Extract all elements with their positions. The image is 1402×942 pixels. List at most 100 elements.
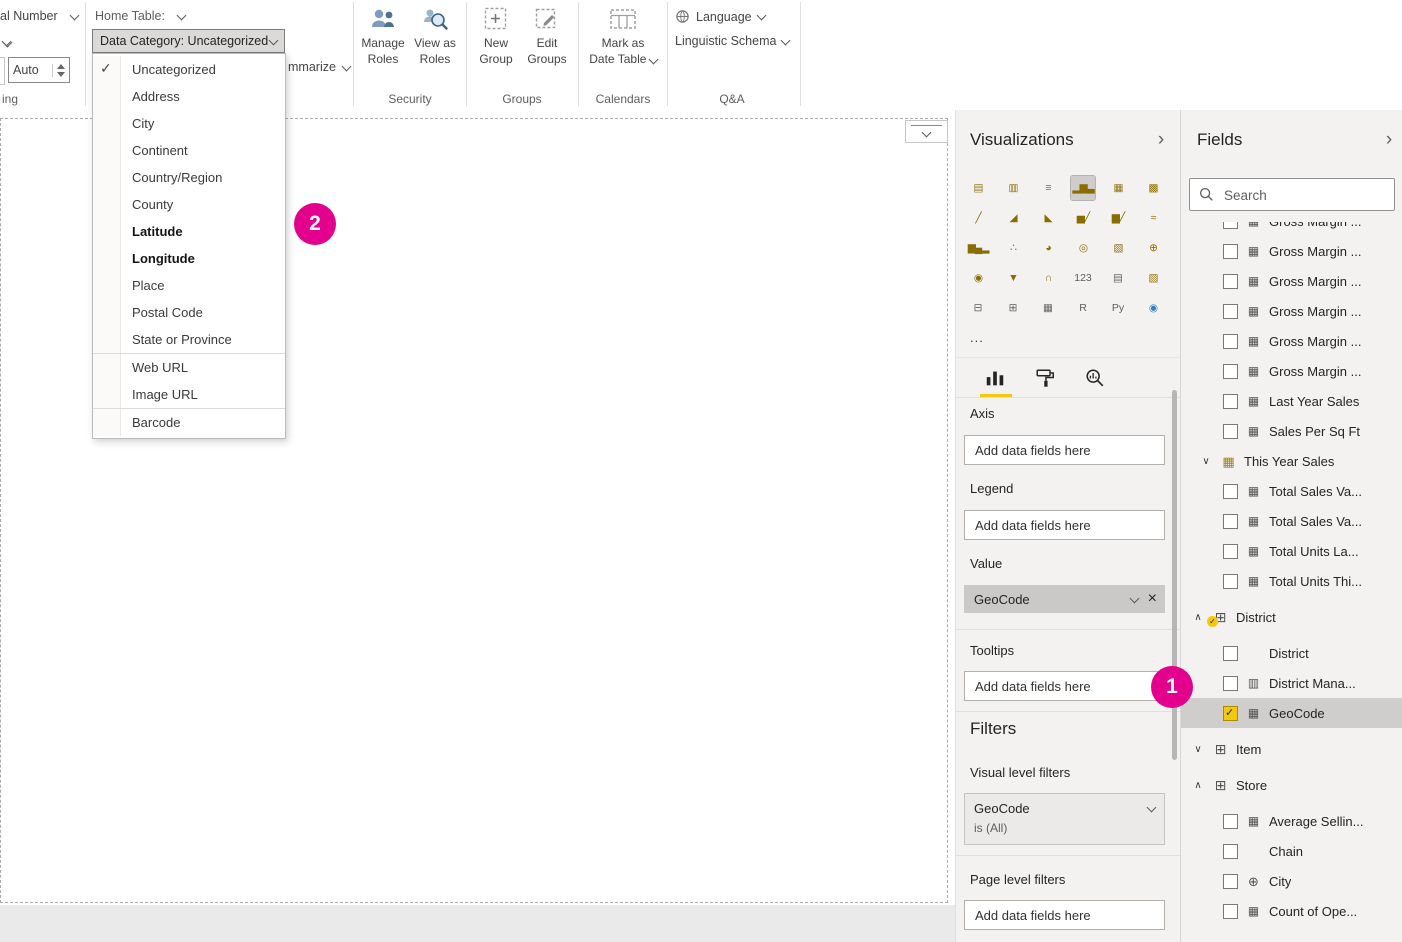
slicer-icon[interactable]: ⊟ <box>966 296 990 320</box>
axis-field-well[interactable]: Add data fields here <box>964 435 1165 465</box>
field-checkbox[interactable] <box>1223 544 1238 559</box>
tooltips-field-well[interactable]: Add data fields here <box>964 671 1165 701</box>
collapse-fields-chevron-icon[interactable] <box>1381 130 1397 150</box>
field-checkbox[interactable] <box>1223 514 1238 529</box>
field-checkbox[interactable] <box>1223 574 1238 589</box>
funnel-chart-icon[interactable]: ▼ <box>1001 266 1025 290</box>
data-type-dropdown-partial[interactable]: al Number <box>0 9 78 23</box>
scatter-chart-icon[interactable]: ∴ <box>1001 236 1025 260</box>
filled-map-icon[interactable]: ◉ <box>966 266 990 290</box>
language-dropdown[interactable]: Language <box>675 9 765 24</box>
field-checkbox[interactable] <box>1223 904 1238 919</box>
field-row[interactable]: GeoCode <box>1181 698 1402 728</box>
field-checkbox[interactable] <box>1223 244 1238 259</box>
value-field-pill[interactable]: GeoCode <box>964 585 1165 613</box>
data-category-menu-item[interactable]: Uncategorized <box>93 56 285 83</box>
decimal-places-stepper[interactable]: Auto <box>8 57 70 83</box>
stepper-arrows-icon[interactable] <box>52 64 65 77</box>
expand-chevron-icon[interactable] <box>1191 612 1205 623</box>
data-category-menu-item[interactable]: County <box>93 191 285 218</box>
data-category-menu-item[interactable]: Postal Code <box>93 299 285 326</box>
default-summarize-partial[interactable]: mmarize <box>288 60 350 74</box>
field-options-chevron-icon[interactable] <box>1129 593 1139 603</box>
field-row[interactable]: Gross Margin ... <box>1181 266 1402 296</box>
field-checkbox[interactable] <box>1223 222 1238 229</box>
expand-chevron-icon[interactable] <box>1199 456 1213 467</box>
field-checkbox[interactable] <box>1223 814 1238 829</box>
stacked-bar-chart-icon[interactable]: ▤ <box>966 176 990 200</box>
100-stacked-column-chart-icon[interactable]: ▩ <box>1141 176 1165 200</box>
field-checkbox[interactable] <box>1223 334 1238 349</box>
field-checkbox[interactable] <box>1223 844 1238 859</box>
field-checkbox[interactable] <box>1223 364 1238 379</box>
field-checkbox[interactable] <box>1223 304 1238 319</box>
field-checkbox[interactable] <box>1223 874 1238 889</box>
ribbon-chart-icon[interactable]: ≈ <box>1141 206 1165 230</box>
view-as-roles-button[interactable]: View as Roles <box>409 6 461 67</box>
tab-analytics[interactable] <box>1082 365 1108 391</box>
clustered-column-chart-icon[interactable]: ▂▆▃ <box>1071 176 1095 200</box>
legend-field-well[interactable]: Add data fields here <box>964 510 1165 540</box>
area-chart-icon[interactable]: ◢ <box>1001 206 1025 230</box>
tab-fields[interactable] <box>982 365 1008 391</box>
field-row[interactable]: Store <box>1181 770 1402 800</box>
tab-format[interactable] <box>1032 365 1058 391</box>
field-row[interactable]: This Year Sales <box>1181 446 1402 476</box>
field-row[interactable]: Chain <box>1181 836 1402 866</box>
fields-search-input[interactable] <box>1222 180 1386 211</box>
field-row[interactable]: District <box>1181 638 1402 668</box>
field-row[interactable]: City <box>1181 866 1402 896</box>
gauge-icon[interactable]: ∩ <box>1036 266 1060 290</box>
field-row[interactable]: Total Sales Va... <box>1181 476 1402 506</box>
new-group-button[interactable]: New Group <box>471 6 521 67</box>
field-row[interactable]: Total Units Thi... <box>1181 566 1402 596</box>
map-icon[interactable]: ⊕ <box>1141 236 1165 260</box>
line-chart-icon[interactable]: ╱ <box>966 206 990 230</box>
field-row[interactable]: Sales Per Sq Ft <box>1181 416 1402 446</box>
field-row[interactable]: Gross Margin ... <box>1181 222 1402 236</box>
linguistic-schema-dropdown[interactable]: Linguistic Schema <box>675 34 789 48</box>
field-row[interactable]: Total Sales Va... <box>1181 506 1402 536</box>
field-row[interactable]: District Mana... <box>1181 668 1402 698</box>
table-icon[interactable]: ⊞ <box>1001 296 1025 320</box>
pie-chart-icon[interactable]: ◕ <box>1036 236 1060 260</box>
data-category-menu-item[interactable]: Address <box>93 83 285 110</box>
field-row[interactable]: Gross Margin ... <box>1181 356 1402 386</box>
collapse-visualizations-chevron-icon[interactable] <box>1153 130 1169 150</box>
data-category-menu-item[interactable]: State or Province <box>93 326 285 354</box>
r-script-icon[interactable]: R <box>1071 296 1095 320</box>
expand-chevron-icon[interactable] <box>1191 780 1205 791</box>
stacked-area-chart-icon[interactable]: ◣ <box>1036 206 1060 230</box>
arcgis-map-icon[interactable]: ◉ <box>1141 296 1165 320</box>
data-category-menu-item[interactable]: Continent <box>93 137 285 164</box>
field-row[interactable]: District <box>1181 602 1402 632</box>
remove-field-icon[interactable] <box>1148 591 1157 607</box>
data-category-menu-item[interactable]: Longitude <box>93 245 285 272</box>
data-category-menu-item[interactable]: Barcode <box>93 409 285 436</box>
data-category-menu-item[interactable]: City <box>93 110 285 137</box>
field-row[interactable]: Item <box>1181 734 1402 764</box>
waterfall-chart-icon[interactable]: ▆▄▂ <box>966 236 990 260</box>
field-checkbox[interactable] <box>1223 706 1238 721</box>
field-row[interactable]: Gross Margin ... <box>1181 326 1402 356</box>
field-row[interactable]: Total Units La... <box>1181 536 1402 566</box>
visual-filter-card[interactable]: GeoCode is (All) <box>964 793 1165 845</box>
100-stacked-bar-chart-icon[interactable]: ▦ <box>1106 176 1130 200</box>
field-row[interactable]: Count of Ope... <box>1181 896 1402 926</box>
data-category-dropdown[interactable]: Data Category: Uncategorized <box>92 29 285 53</box>
field-checkbox[interactable] <box>1223 646 1238 661</box>
page-level-filter-well[interactable]: Add data fields here <box>964 900 1165 930</box>
donut-chart-icon[interactable]: ◎ <box>1071 236 1095 260</box>
expand-chevron-icon[interactable] <box>1191 744 1205 755</box>
mark-as-date-table-button[interactable]: Mark as Date Table <box>589 6 657 67</box>
field-row[interactable]: Gross Margin ... <box>1181 236 1402 266</box>
field-checkbox[interactable] <box>1223 274 1238 289</box>
field-row[interactable]: Average Sellin... <box>1181 806 1402 836</box>
card-icon[interactable]: 123 <box>1071 266 1095 290</box>
visual-options-dropdown[interactable] <box>905 120 948 143</box>
field-checkbox[interactable] <box>1223 484 1238 499</box>
line-and-stacked-column-chart-icon[interactable]: ▅╱ <box>1071 206 1095 230</box>
multi-row-card-icon[interactable]: ▤ <box>1106 266 1130 290</box>
field-checkbox[interactable] <box>1223 676 1238 691</box>
more-visuals-button[interactable]: ... <box>970 330 984 345</box>
